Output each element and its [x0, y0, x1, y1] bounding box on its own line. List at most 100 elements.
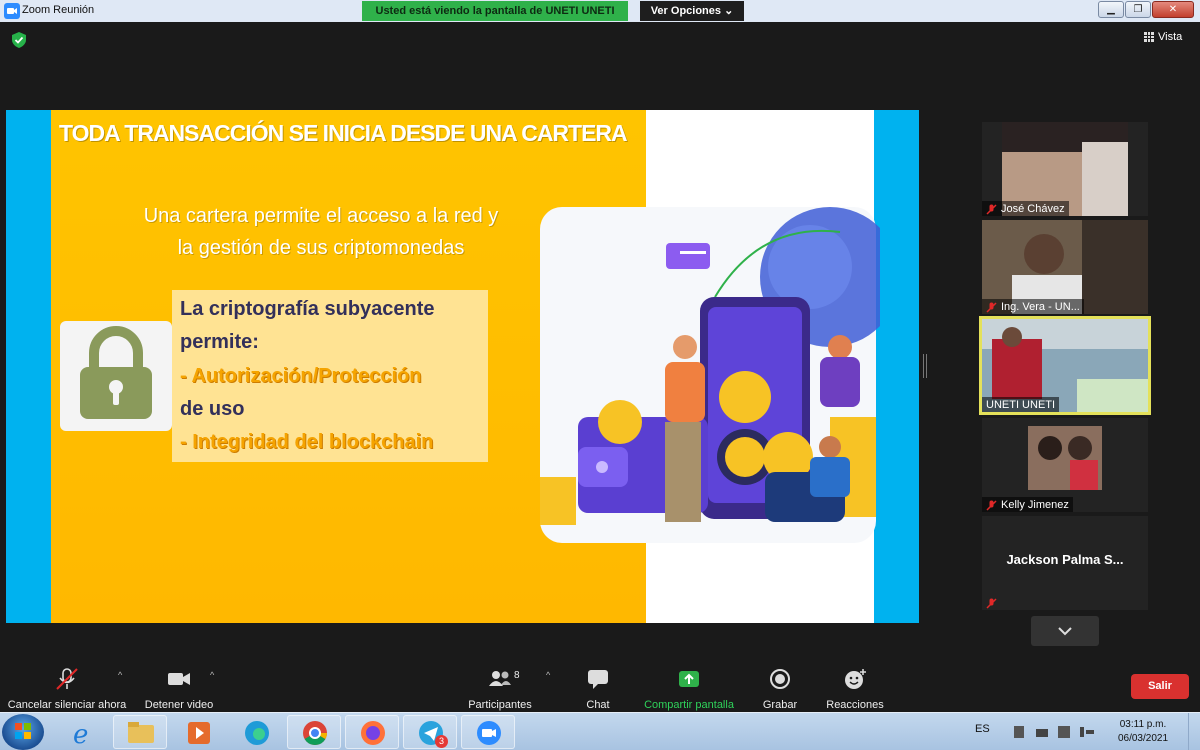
participant-name-tag: Ing. Vera - UN...: [982, 299, 1084, 314]
participant-name-display: Jackson Palma S...: [1006, 552, 1124, 567]
chevron-up-icon[interactable]: ^: [546, 670, 550, 680]
participants-icon: [489, 671, 511, 686]
taskbar-zoom[interactable]: [461, 715, 515, 749]
system-tray-icons[interactable]: [1012, 723, 1108, 741]
participant-name: José Chávez: [1001, 203, 1065, 215]
slide-subtitle-line2: la gestión de sus criptomonedas: [177, 237, 465, 259]
mic-muted-icon: [986, 301, 997, 313]
meeting-toolbar: Cancelar silenciar ahora ^ Detener video…: [0, 660, 1200, 712]
close-button[interactable]: ✕: [1152, 1, 1194, 18]
participants-label: Participantes: [468, 699, 532, 711]
view-options-label: Ver Opciones: [650, 5, 722, 17]
slide-subtitle: Una cartera permite el acceso a la red y…: [101, 200, 541, 264]
video-camera-icon: [168, 673, 190, 685]
chevron-down-icon: ⌄: [724, 5, 734, 17]
zoom-app-icon: [4, 3, 20, 19]
slide-title: TODA TRANSACCIÓN SE INICIA DESDE UNA CAR…: [59, 120, 628, 146]
window-title: Zoom Reunión: [22, 4, 95, 16]
crypto-wallet-illustration: [540, 207, 880, 543]
title-bar: Zoom Reunión Usted está viendo la pantal…: [0, 0, 1200, 22]
mic-muted-icon: [56, 668, 78, 690]
notification-badge: 3: [435, 735, 448, 748]
mic-muted-icon: [986, 203, 997, 215]
zoom-window: Zoom Reunión Usted está viendo la pantal…: [0, 0, 1200, 750]
taskbar-firefox[interactable]: [345, 715, 399, 749]
lock-icon: [60, 321, 172, 431]
info-line-4: de uso: [180, 398, 245, 420]
start-button[interactable]: [2, 714, 44, 750]
participant-name: Kelly Jimenez: [1001, 499, 1069, 511]
participant-tile[interactable]: Jackson Palma S...: [982, 516, 1148, 610]
clock-time: 03:11 p.m.: [1119, 719, 1167, 730]
participants-count: 8: [514, 670, 520, 681]
restore-button[interactable]: ❐: [1125, 1, 1151, 18]
participant-tile[interactable]: Kelly Jimenez: [982, 418, 1148, 512]
participant-name-tag: Kelly Jimenez: [982, 497, 1073, 512]
slide-subtitle-line1: Una cartera permite el acceso a la red y: [143, 205, 499, 227]
windows-logo-icon: [15, 723, 31, 739]
stop-video-label: Detener video: [144, 699, 214, 711]
info-line-3: - Autorización/Protección: [180, 365, 422, 387]
chevron-up-icon[interactable]: ^: [210, 670, 214, 680]
taskbar-internet-explorer[interactable]: e: [55, 715, 109, 750]
participants-button[interactable]: 8 Participantes ^: [462, 668, 550, 711]
screen-share-banner: Usted está viendo la pantalla de UNETI U…: [362, 1, 628, 21]
emoji-reaction-icon: [845, 669, 866, 689]
participant-name-tag: José Chávez: [982, 201, 1069, 216]
reactions-button[interactable]: Reacciones: [822, 668, 888, 711]
view-button[interactable]: Vista: [1144, 31, 1182, 43]
stop-video-button[interactable]: Detener video ^: [140, 668, 218, 711]
taskbar-chrome[interactable]: [287, 715, 341, 749]
chrome-icon: [303, 721, 327, 746]
clock-date: 06/03/2021: [1117, 733, 1169, 744]
participant-name: Ing. Vera - UN...: [1001, 301, 1080, 313]
share-screen-icon: [679, 671, 699, 687]
participant-tile-active-speaker[interactable]: UNETI UNETI: [979, 316, 1151, 415]
info-box: La criptografía subyacente permite: - Au…: [172, 290, 488, 462]
participant-name: UNETI UNETI: [986, 399, 1056, 411]
show-desktop-button[interactable]: [1188, 713, 1200, 750]
system-clock[interactable]: 03:11 p.m. 06/03/2021: [1112, 718, 1174, 746]
reactions-label: Reacciones: [826, 699, 884, 711]
leave-meeting-button[interactable]: Salir: [1131, 674, 1189, 699]
minimize-button[interactable]: ▁: [1098, 1, 1124, 18]
media-player-icon: [188, 722, 210, 744]
taskbar-file-explorer[interactable]: [113, 715, 167, 749]
chat-bubble-icon: [588, 670, 608, 689]
edge-browser-icon: [245, 721, 269, 745]
keyboard-language[interactable]: ES: [975, 723, 990, 735]
firefox-icon: [361, 721, 385, 745]
participant-name-tag: [982, 595, 1001, 610]
unmute-button[interactable]: Cancelar silenciar ahora ^: [4, 668, 130, 711]
record-button[interactable]: Grabar: [758, 668, 802, 711]
participant-name-tag: UNETI UNETI: [982, 397, 1060, 412]
view-options-button[interactable]: Ver Opciones ⌄: [640, 1, 744, 21]
chat-label: Chat: [586, 699, 610, 711]
gallery-scroll-down-button[interactable]: [1031, 616, 1099, 646]
windows-taskbar: e 3 ES 03:11 p.m. 06/03/2021: [0, 712, 1200, 750]
view-label: Vista: [1158, 31, 1183, 43]
window-controls: ▁ ❐ ✕: [1098, 1, 1194, 18]
participant-tile[interactable]: Ing. Vera - UN...: [982, 220, 1148, 314]
mic-muted-icon: [986, 597, 997, 609]
info-line-2: permite:: [180, 331, 259, 353]
zoom-app-icon: [477, 721, 501, 745]
telegram-icon: [419, 721, 443, 745]
share-screen-label: Compartir pantalla: [644, 699, 734, 711]
shield-icon[interactable]: [12, 32, 26, 48]
mic-muted-icon: [986, 499, 997, 511]
chevron-up-icon[interactable]: ^: [118, 670, 122, 680]
grid-icon: [1144, 32, 1154, 42]
info-line-1: La criptografía subyacente: [180, 298, 435, 320]
taskbar-media-player[interactable]: [171, 715, 225, 749]
chevron-down-icon: [1058, 627, 1072, 636]
taskbar-telegram[interactable]: 3: [403, 715, 457, 749]
panel-resize-handle[interactable]: [923, 354, 927, 378]
record-label: Grabar: [762, 699, 798, 711]
chat-button[interactable]: Chat: [578, 668, 618, 711]
unmute-label: Cancelar silenciar ahora: [7, 699, 127, 711]
taskbar-edge[interactable]: [229, 715, 283, 749]
info-line-5: - Integridad del blockchain: [180, 431, 434, 453]
participant-tile[interactable]: José Chávez: [982, 122, 1148, 216]
share-screen-button[interactable]: Compartir pantalla: [640, 668, 738, 711]
